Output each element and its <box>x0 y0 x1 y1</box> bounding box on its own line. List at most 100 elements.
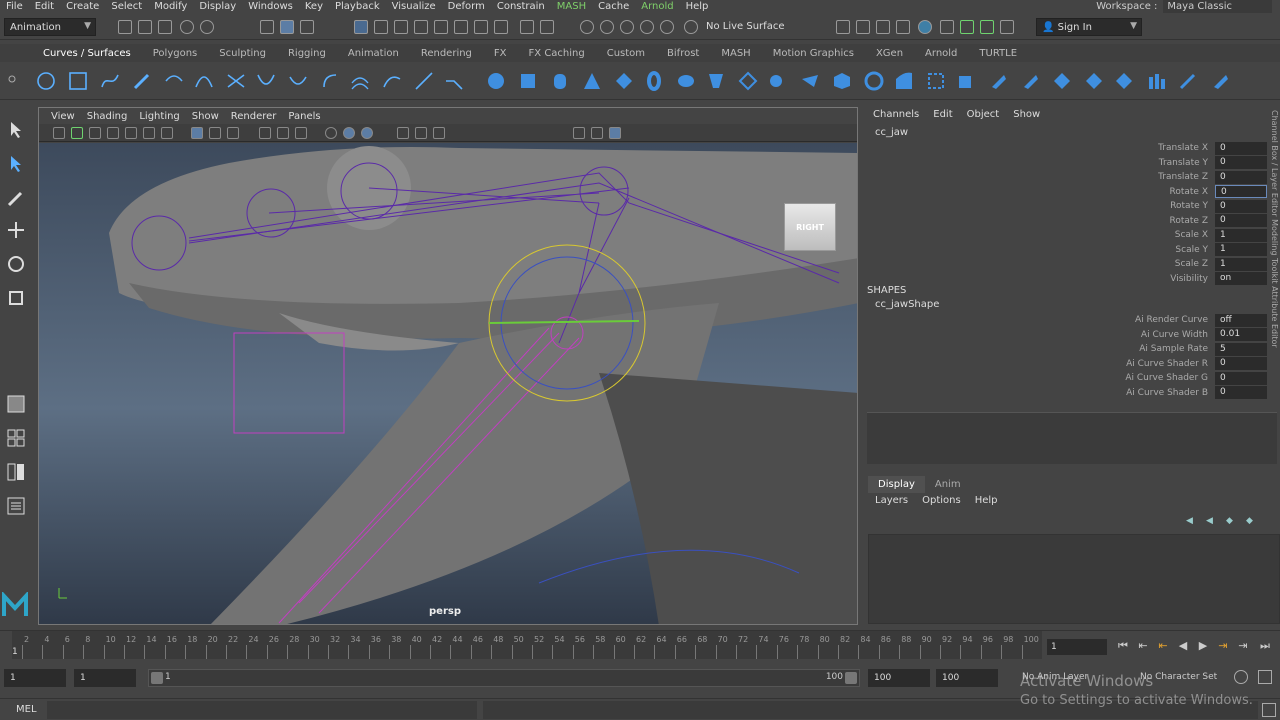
live-surface-icon[interactable] <box>684 20 698 34</box>
attr-label-translate-y[interactable]: Translate Y <box>864 156 1208 170</box>
attr-value-scale-x[interactable]: 1 <box>1215 228 1267 242</box>
revolve-icon[interactable] <box>676 71 696 91</box>
motion-blur-icon[interactable] <box>397 127 409 139</box>
script-editor-icon[interactable] <box>1262 703 1276 717</box>
nurbs-cylinder-icon[interactable] <box>550 71 570 91</box>
curve-editing-tool-icon[interactable] <box>444 71 464 91</box>
attr-value-ai-curve-width[interactable]: 0.01 <box>1215 328 1267 341</box>
channel-menu-edit[interactable]: Edit <box>924 109 952 120</box>
attr-value-scale-y[interactable]: 1 <box>1215 243 1267 256</box>
attach-curves-icon[interactable] <box>226 71 246 91</box>
layer-list[interactable] <box>868 534 1280 624</box>
step-back-key-icon[interactable]: ⇤ <box>1136 639 1150 653</box>
snap-to-grid-icon[interactable] <box>580 20 594 34</box>
menu-select[interactable]: Select <box>105 0 148 13</box>
nurbs-cube-icon[interactable] <box>518 71 538 91</box>
isolate-select-icon[interactable] <box>573 127 585 139</box>
attr-label-ai-sample-rate[interactable]: Ai Sample Rate <box>864 342 1208 356</box>
menu-mash[interactable]: MASH <box>551 0 592 13</box>
2d-pan-zoom-icon[interactable] <box>125 127 137 139</box>
menu-file[interactable]: File <box>0 0 29 13</box>
attach-surfaces-icon[interactable] <box>1020 71 1040 91</box>
textured-icon[interactable] <box>259 127 271 139</box>
wireframe-icon[interactable] <box>191 127 203 139</box>
trim-tool-icon[interactable] <box>956 71 976 91</box>
channel-menu-channels[interactable]: Channels <box>864 109 919 120</box>
attr-value-rotate-z[interactable]: 0 <box>1215 214 1267 227</box>
snap-to-view-plane-icon[interactable] <box>640 20 654 34</box>
menu-cache[interactable]: Cache <box>592 0 635 13</box>
lock-selection-icon[interactable] <box>520 20 534 34</box>
nurbs-circle-icon[interactable] <box>36 71 56 91</box>
mask-dynamics-icon[interactable] <box>454 20 468 34</box>
workspace-value[interactable]: Maya Classic <box>1163 0 1272 13</box>
shelf-tab-custom[interactable]: Custom <box>596 48 656 59</box>
viewport-panel[interactable]: View Shading Lighting Show Renderer Panels <box>38 107 858 625</box>
range-bar[interactable]: 1 100 <box>148 669 860 687</box>
render-view-icon[interactable] <box>896 20 910 34</box>
node-name[interactable]: cc_jaw <box>875 127 908 138</box>
ep-curve-tool-icon[interactable] <box>164 71 184 91</box>
ipr-render-icon[interactable] <box>876 20 890 34</box>
snap-to-point-icon[interactable] <box>620 20 634 34</box>
gate-mask-icon[interactable] <box>609 127 621 139</box>
attr-label-rotate-z[interactable]: Rotate Z <box>864 214 1209 228</box>
playback-end-field[interactable]: 100 <box>868 669 930 687</box>
attr-label-scale-z[interactable]: Scale Z <box>864 257 1208 271</box>
insert-isoparms-icon[interactable] <box>1084 71 1104 91</box>
layer-tab-display[interactable]: Display <box>868 476 925 493</box>
nurbs-square-icon[interactable] <box>68 71 88 91</box>
nurbs-plane-icon[interactable] <box>614 71 634 91</box>
open-scene-icon[interactable] <box>138 20 152 34</box>
menu-windows[interactable]: Windows <box>242 0 299 13</box>
step-forward-key-icon[interactable]: ⇥ <box>1236 639 1250 653</box>
attr-value-visibility[interactable]: on <box>1215 272 1267 285</box>
snap-to-curve-icon[interactable] <box>600 20 614 34</box>
persp-outliner-layout-icon[interactable] <box>6 462 26 482</box>
play-backwards-icon[interactable]: ◀ <box>1176 639 1190 653</box>
animation-end-field[interactable]: 100 <box>936 669 998 687</box>
attr-label-translate-z[interactable]: Translate Z <box>864 170 1208 184</box>
cv-curve-tool-icon[interactable] <box>100 71 120 91</box>
loft-icon[interactable] <box>706 71 726 91</box>
project-curve-icon[interactable] <box>926 71 946 91</box>
attr-value-ai-curve-shader-r[interactable]: 0 <box>1215 357 1267 370</box>
mask-rendering-icon[interactable] <box>474 20 488 34</box>
four-view-layout-icon[interactable] <box>6 428 26 448</box>
mask-surfaces-icon[interactable] <box>414 20 428 34</box>
select-by-object-icon[interactable] <box>280 20 294 34</box>
attr-label-rotate-x[interactable]: Rotate X <box>864 185 1209 199</box>
attr-label-ai-curve-shader-b[interactable]: Ai Curve Shader B <box>864 386 1208 400</box>
nurbs-cone-icon[interactable] <box>582 71 602 91</box>
attr-value-translate-x[interactable]: 0 <box>1215 141 1267 155</box>
rebuild-surface-icon[interactable] <box>1146 71 1166 91</box>
viewport-menu-show[interactable]: Show <box>186 111 225 122</box>
nurbs-sphere-icon[interactable] <box>486 71 506 91</box>
smooth-shade-icon[interactable] <box>209 127 221 139</box>
shelf-tab-bifrost[interactable]: Bifrost <box>656 48 710 59</box>
attr-value-ai-render-curve[interactable]: off <box>1215 313 1267 327</box>
mask-curves-icon[interactable] <box>394 20 408 34</box>
attr-value-scale-z[interactable]: 1 <box>1215 257 1267 271</box>
select-camera-icon[interactable] <box>53 127 65 139</box>
detach-surfaces-icon[interactable] <box>1052 71 1072 91</box>
layer-menu-layers[interactable]: Layers <box>868 495 915 506</box>
outliner-icon[interactable] <box>6 496 26 516</box>
move-tool-icon[interactable] <box>6 220 26 240</box>
lights-icon[interactable] <box>277 127 289 139</box>
planar-icon[interactable] <box>738 71 758 91</box>
offset-curve-icon[interactable] <box>350 71 370 91</box>
mask-misc-icon[interactable] <box>494 20 508 34</box>
three-point-arc-icon[interactable] <box>194 71 214 91</box>
sign-in-button[interactable]: 👤 Sign In ▼ <box>1036 18 1142 36</box>
attr-value-ai-curve-shader-b[interactable]: 0 <box>1215 386 1267 399</box>
shelf-tab-mash[interactable]: MASH <box>710 48 761 59</box>
shelf-tab-sculpting[interactable]: Sculpting <box>208 48 277 59</box>
time-slider[interactable]: 2 4 6 8 10 12 14 16 18 20 22 24 26 28 30 32 34 36 38 40 42 44… <box>0 630 1280 662</box>
channel-menu-object[interactable]: Object <box>958 109 1000 120</box>
resolution-gate-icon[interactable] <box>591 127 603 139</box>
attr-label-scale-x[interactable]: Scale X <box>864 228 1208 242</box>
menu-deform[interactable]: Deform <box>442 0 491 13</box>
attr-value-ai-curve-shader-g[interactable]: 0 <box>1215 371 1267 385</box>
shelf-tab-xgen[interactable]: XGen <box>865 48 914 59</box>
